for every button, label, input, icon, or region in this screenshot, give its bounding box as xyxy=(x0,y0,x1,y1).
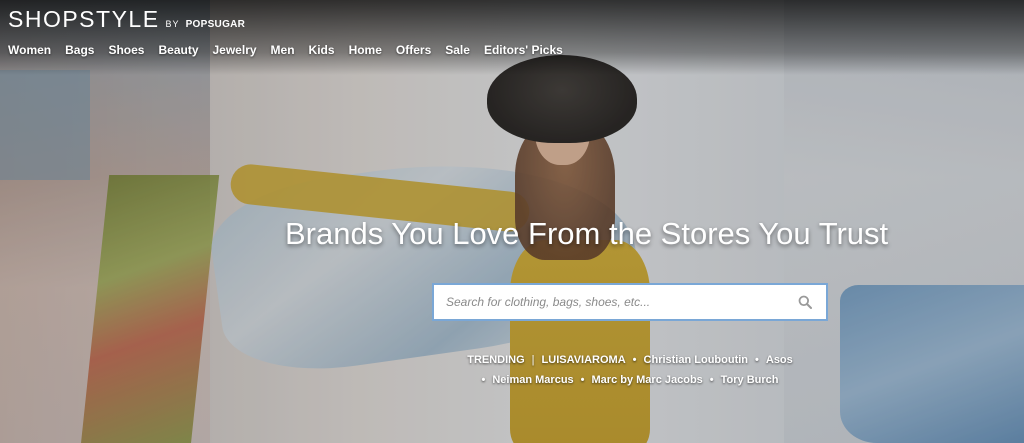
nav-item-women[interactable]: Women xyxy=(8,43,51,57)
trending-link-marc-by-marc-jacobs[interactable]: Marc by Marc Jacobs xyxy=(592,370,703,390)
bullet-separator: • xyxy=(632,354,637,366)
nav-item-shoes[interactable]: Shoes xyxy=(108,43,144,57)
trending-link-neiman-marcus[interactable]: Neiman Marcus xyxy=(492,370,573,390)
trending-link-christian-louboutin[interactable]: Christian Louboutin xyxy=(644,350,748,370)
nav-item-bags[interactable]: Bags xyxy=(65,43,94,57)
nav-item-kids[interactable]: Kids xyxy=(309,43,335,57)
trending-separator: | xyxy=(531,354,535,366)
hero-headline: Brands You Love From the Stores You Trus… xyxy=(285,216,889,251)
search-box xyxy=(432,283,828,321)
hero-banner: SHOPSTYLE BY POPSUGAR Women Bags Shoes B… xyxy=(0,0,1024,443)
main-nav: Women Bags Shoes Beauty Jewelry Men Kids… xyxy=(8,43,563,57)
trending-link-luisaviaroma[interactable]: LUISAVIAROMA xyxy=(542,350,626,370)
logo-by-text: BY xyxy=(165,19,180,29)
search-input[interactable] xyxy=(434,285,790,319)
nav-item-home[interactable]: Home xyxy=(349,43,382,57)
logo-partner: POPSUGAR xyxy=(185,19,246,30)
bullet-separator: • xyxy=(580,374,585,386)
nav-item-offers[interactable]: Offers xyxy=(396,43,431,57)
logo-wordmark: SHOPSTYLE xyxy=(8,6,160,32)
search-icon[interactable] xyxy=(790,287,820,317)
trending-link-asos[interactable]: Asos xyxy=(766,350,793,370)
trending-label: TRENDING xyxy=(467,354,525,366)
trending-link-tory-burch[interactable]: Tory Burch xyxy=(721,370,779,390)
nav-item-beauty[interactable]: Beauty xyxy=(158,43,198,57)
nav-item-sale[interactable]: Sale xyxy=(445,43,470,57)
trending-row-2: • Neiman Marcus • Marc by Marc Jacobs • … xyxy=(432,370,828,390)
bullet-separator: • xyxy=(481,374,486,386)
bullet-separator: • xyxy=(709,374,714,386)
nav-item-editors-picks[interactable]: Editors' Picks xyxy=(484,43,563,57)
nav-item-jewelry[interactable]: Jewelry xyxy=(213,43,257,57)
trending-links: TRENDING | LUISAVIAROMA • Christian Loub… xyxy=(432,350,828,390)
trending-row-1: TRENDING | LUISAVIAROMA • Christian Loub… xyxy=(432,350,828,370)
bullet-separator: • xyxy=(755,354,759,366)
nav-item-men[interactable]: Men xyxy=(271,43,295,57)
site-logo[interactable]: SHOPSTYLE BY POPSUGAR xyxy=(8,6,245,33)
